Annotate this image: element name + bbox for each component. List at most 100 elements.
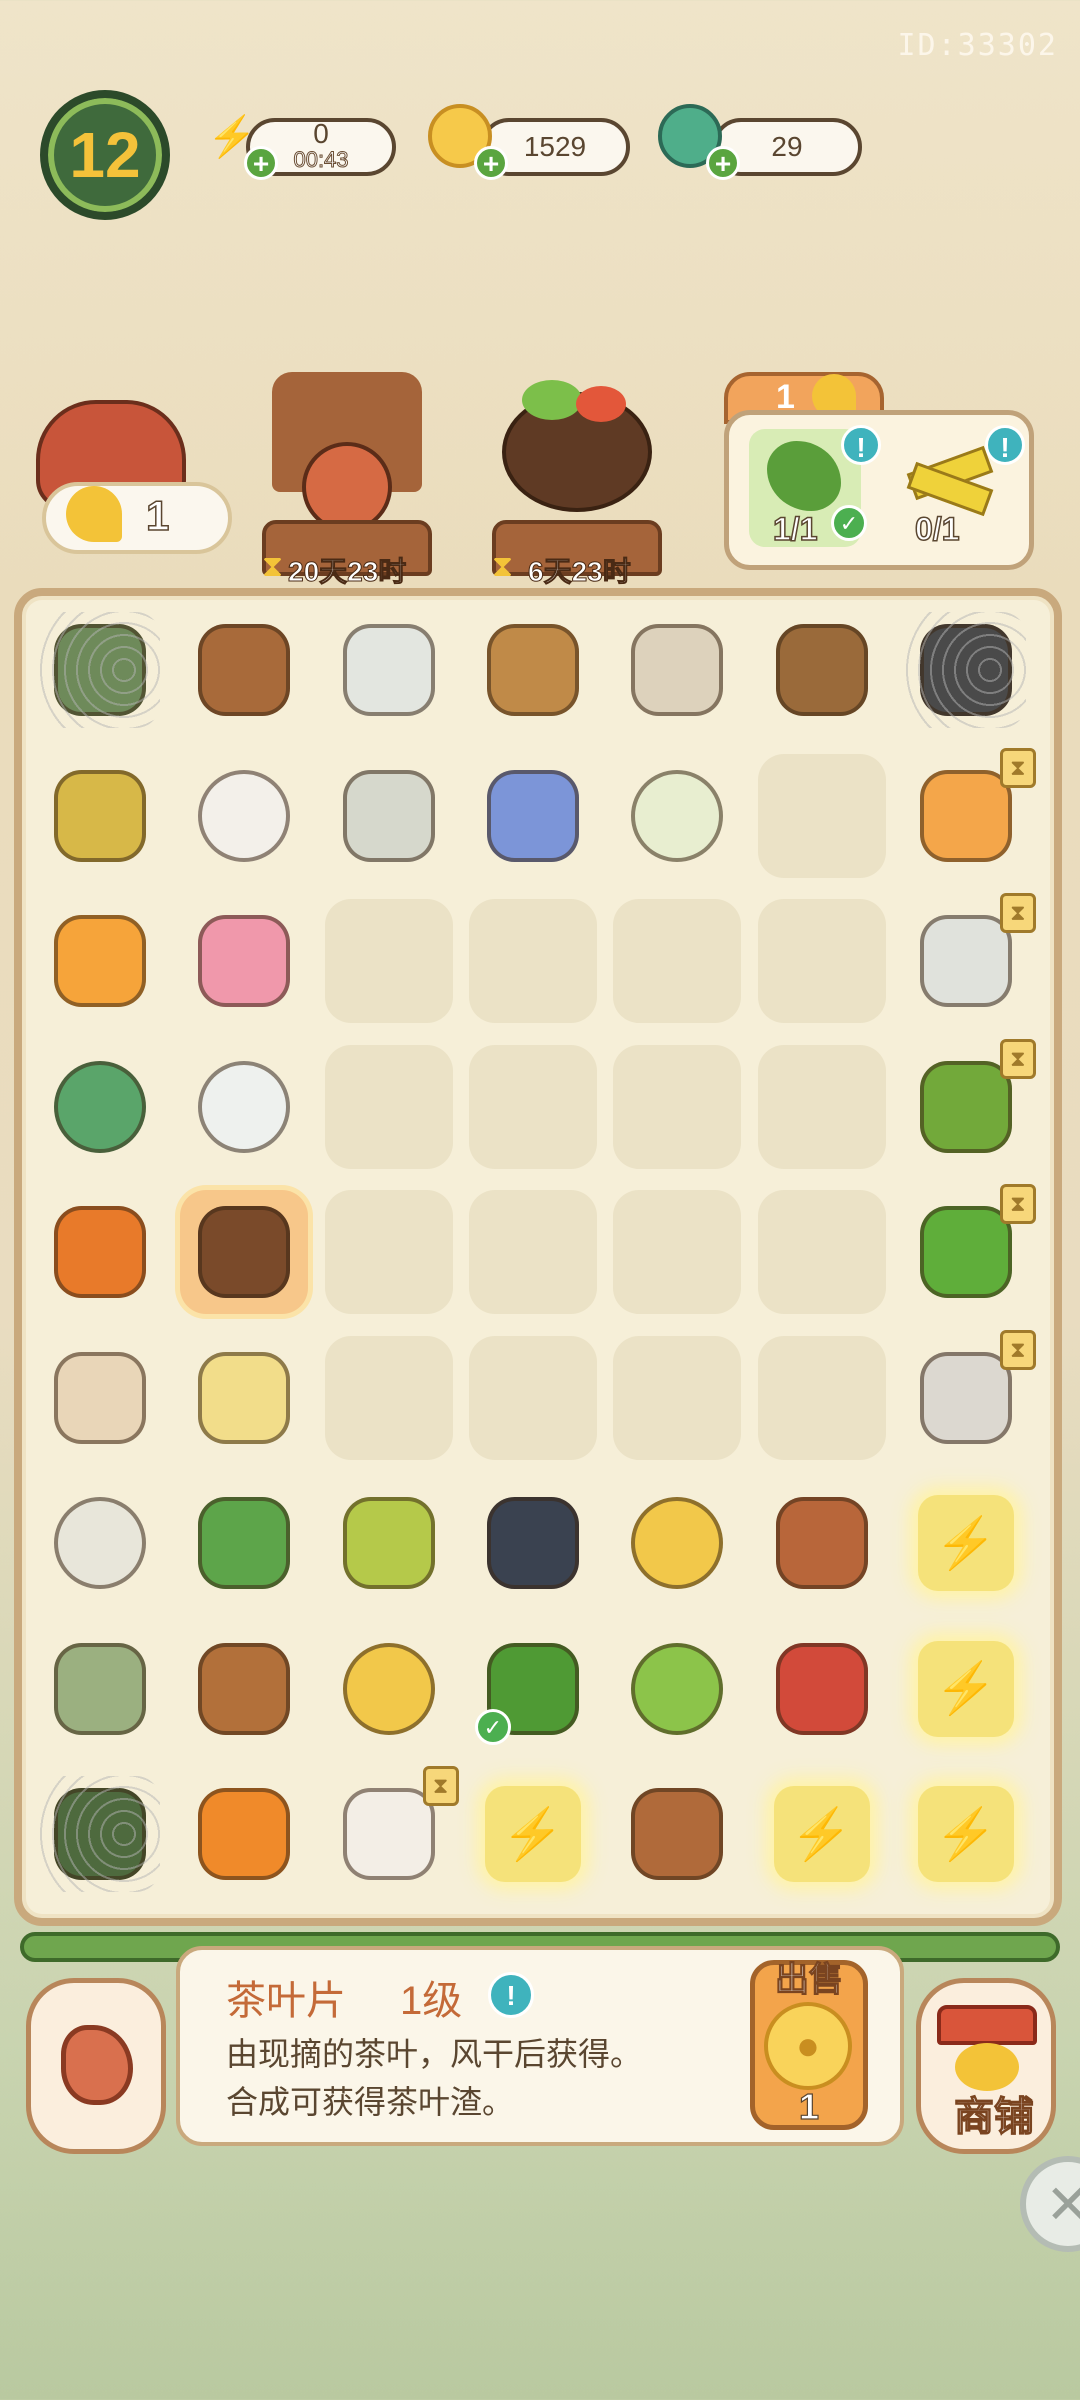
hourglass-icon: ⧗: [999, 893, 1036, 933]
user-id: ID:33302: [897, 28, 1058, 63]
meat-icon: [61, 2025, 133, 2105]
board-cell[interactable]: [36, 1481, 164, 1605]
board-cell[interactable]: [36, 1336, 164, 1460]
board-cell[interactable]: [180, 899, 308, 1023]
board-cell[interactable]: [180, 754, 308, 878]
inventory-button[interactable]: [26, 1978, 166, 2154]
board-cell[interactable]: [180, 1627, 308, 1751]
board-cell[interactable]: [613, 1772, 741, 1896]
empty-cell[interactable]: [468, 1335, 597, 1460]
alert-icon: !: [841, 425, 881, 465]
empty-cell[interactable]: [613, 1044, 742, 1169]
board-cell[interactable]: [180, 608, 308, 732]
board-cell[interactable]: [758, 1481, 886, 1605]
empty-cell[interactable]: [757, 1335, 886, 1460]
item-level: 1级: [400, 1979, 463, 2023]
close-icon[interactable]: ✕: [1020, 2156, 1080, 2252]
hourglass-icon: ⧗: [999, 1184, 1036, 1224]
board-cell[interactable]: [36, 1772, 164, 1896]
add-gems-button[interactable]: +: [706, 146, 740, 180]
board-cell[interactable]: [469, 608, 597, 732]
spiderweb-overlay: [40, 612, 160, 728]
board-cell[interactable]: [325, 1481, 453, 1605]
board-cell[interactable]: [36, 1045, 164, 1169]
merge-board: ⧗ ⧗ ⧗ ⧗ ⧗ ⚡ ✓ ⚡ ⧗ ⚡ ⚡ ⚡: [14, 588, 1062, 1926]
board-cell[interactable]: [325, 1627, 453, 1751]
player-level-badge[interactable]: 12: [40, 90, 170, 220]
empty-cell[interactable]: [613, 1190, 742, 1314]
board-cell[interactable]: [36, 608, 164, 732]
board-cell[interactable]: [758, 1627, 886, 1751]
add-coins-button[interactable]: +: [474, 146, 508, 180]
board-cell[interactable]: [180, 1481, 308, 1605]
coin-icon: ●: [764, 2002, 852, 2090]
board-cell[interactable]: [36, 1627, 164, 1751]
order-1[interactable]: ⧗ 20天23时: [262, 372, 432, 588]
empty-cell[interactable]: [613, 1335, 742, 1460]
clay-teapot-jar-icon: [198, 624, 291, 716]
board-cell[interactable]: [469, 754, 597, 878]
empty-cell[interactable]: [757, 1190, 886, 1314]
torch-icon: [54, 1206, 146, 1298]
board-cell[interactable]: [902, 608, 1030, 732]
ginkgo-soup-icon: [198, 1351, 291, 1444]
board-cell[interactable]: [36, 1190, 164, 1314]
board-cell[interactable]: [325, 608, 453, 732]
board-cell[interactable]: [613, 1627, 741, 1751]
board-cell[interactable]: ✓: [469, 1627, 597, 1751]
energy-timer: 00:43: [293, 147, 349, 173]
board-cell[interactable]: ⧗: [902, 1038, 1036, 1169]
board-cell[interactable]: [613, 754, 741, 878]
board-cell[interactable]: [180, 1190, 309, 1314]
empty-cell[interactable]: [757, 1044, 886, 1169]
info-icon[interactable]: !: [488, 1972, 534, 2018]
empty-cell[interactable]: [324, 899, 453, 1023]
add-energy-button[interactable]: +: [244, 146, 278, 180]
board-cell[interactable]: [325, 754, 453, 878]
board-cell[interactable]: [613, 608, 741, 732]
splash-orange-icon: [54, 915, 146, 1007]
sell-label: 出售: [774, 1960, 843, 1999]
bamboo-tray-icon: [342, 1497, 435, 1589]
board-cell[interactable]: ⚡: [902, 1481, 1030, 1605]
empty-cell[interactable]: [468, 1190, 597, 1314]
board-cell[interactable]: ⧗: [902, 747, 1036, 878]
hourglass-icon: ⧗: [422, 1766, 459, 1806]
empty-cell[interactable]: [757, 899, 886, 1023]
hourglass-icon: ⧗: [492, 550, 514, 583]
tree-icon: [919, 1060, 1012, 1153]
board-cell[interactable]: [758, 608, 886, 732]
empty-cell[interactable]: [324, 1335, 453, 1460]
empty-cell[interactable]: [613, 899, 742, 1023]
board-cell[interactable]: ⧗: [902, 1329, 1036, 1460]
quest-slot-2-progress: 0/1: [914, 510, 960, 548]
board-cell[interactable]: ⚡: [469, 1772, 597, 1896]
board-cell[interactable]: ⧗: [902, 893, 1036, 1023]
empty-cell[interactable]: [324, 1190, 453, 1314]
panda-card-count: 1: [145, 491, 170, 540]
empty-cell[interactable]: [757, 753, 886, 878]
order-2[interactable]: ⧗ 6天23时: [492, 372, 662, 588]
board-cell[interactable]: [469, 1481, 597, 1605]
quest-panel[interactable]: 1/1 ✓ ! 0/1 !: [724, 410, 1034, 570]
board-cell[interactable]: [36, 899, 164, 1023]
board-cell[interactable]: ⧗: [325, 1766, 459, 1896]
alert-icon: !: [985, 425, 1025, 465]
gem-value: 29: [771, 131, 803, 162]
empty-cell[interactable]: [324, 1044, 453, 1169]
empty-cell[interactable]: [468, 1044, 597, 1169]
board-cell[interactable]: ⚡: [758, 1772, 886, 1896]
white-bird-icon: [342, 1788, 435, 1880]
board-cell[interactable]: [180, 1772, 308, 1896]
empty-cell[interactable]: [468, 899, 597, 1023]
paper-seal-icon: [775, 1642, 868, 1735]
board-cell[interactable]: [180, 1045, 308, 1169]
board-cell[interactable]: [180, 1336, 308, 1460]
board-cell[interactable]: ⧗: [902, 1184, 1036, 1314]
panda-card[interactable]: 1: [26, 400, 232, 554]
board-cell[interactable]: [613, 1481, 741, 1605]
energy-teapot-icon: ⚡: [773, 1786, 870, 1882]
board-cell[interactable]: [36, 754, 164, 878]
board-cell[interactable]: ⚡: [902, 1627, 1030, 1751]
board-cell[interactable]: ⚡: [902, 1772, 1030, 1896]
